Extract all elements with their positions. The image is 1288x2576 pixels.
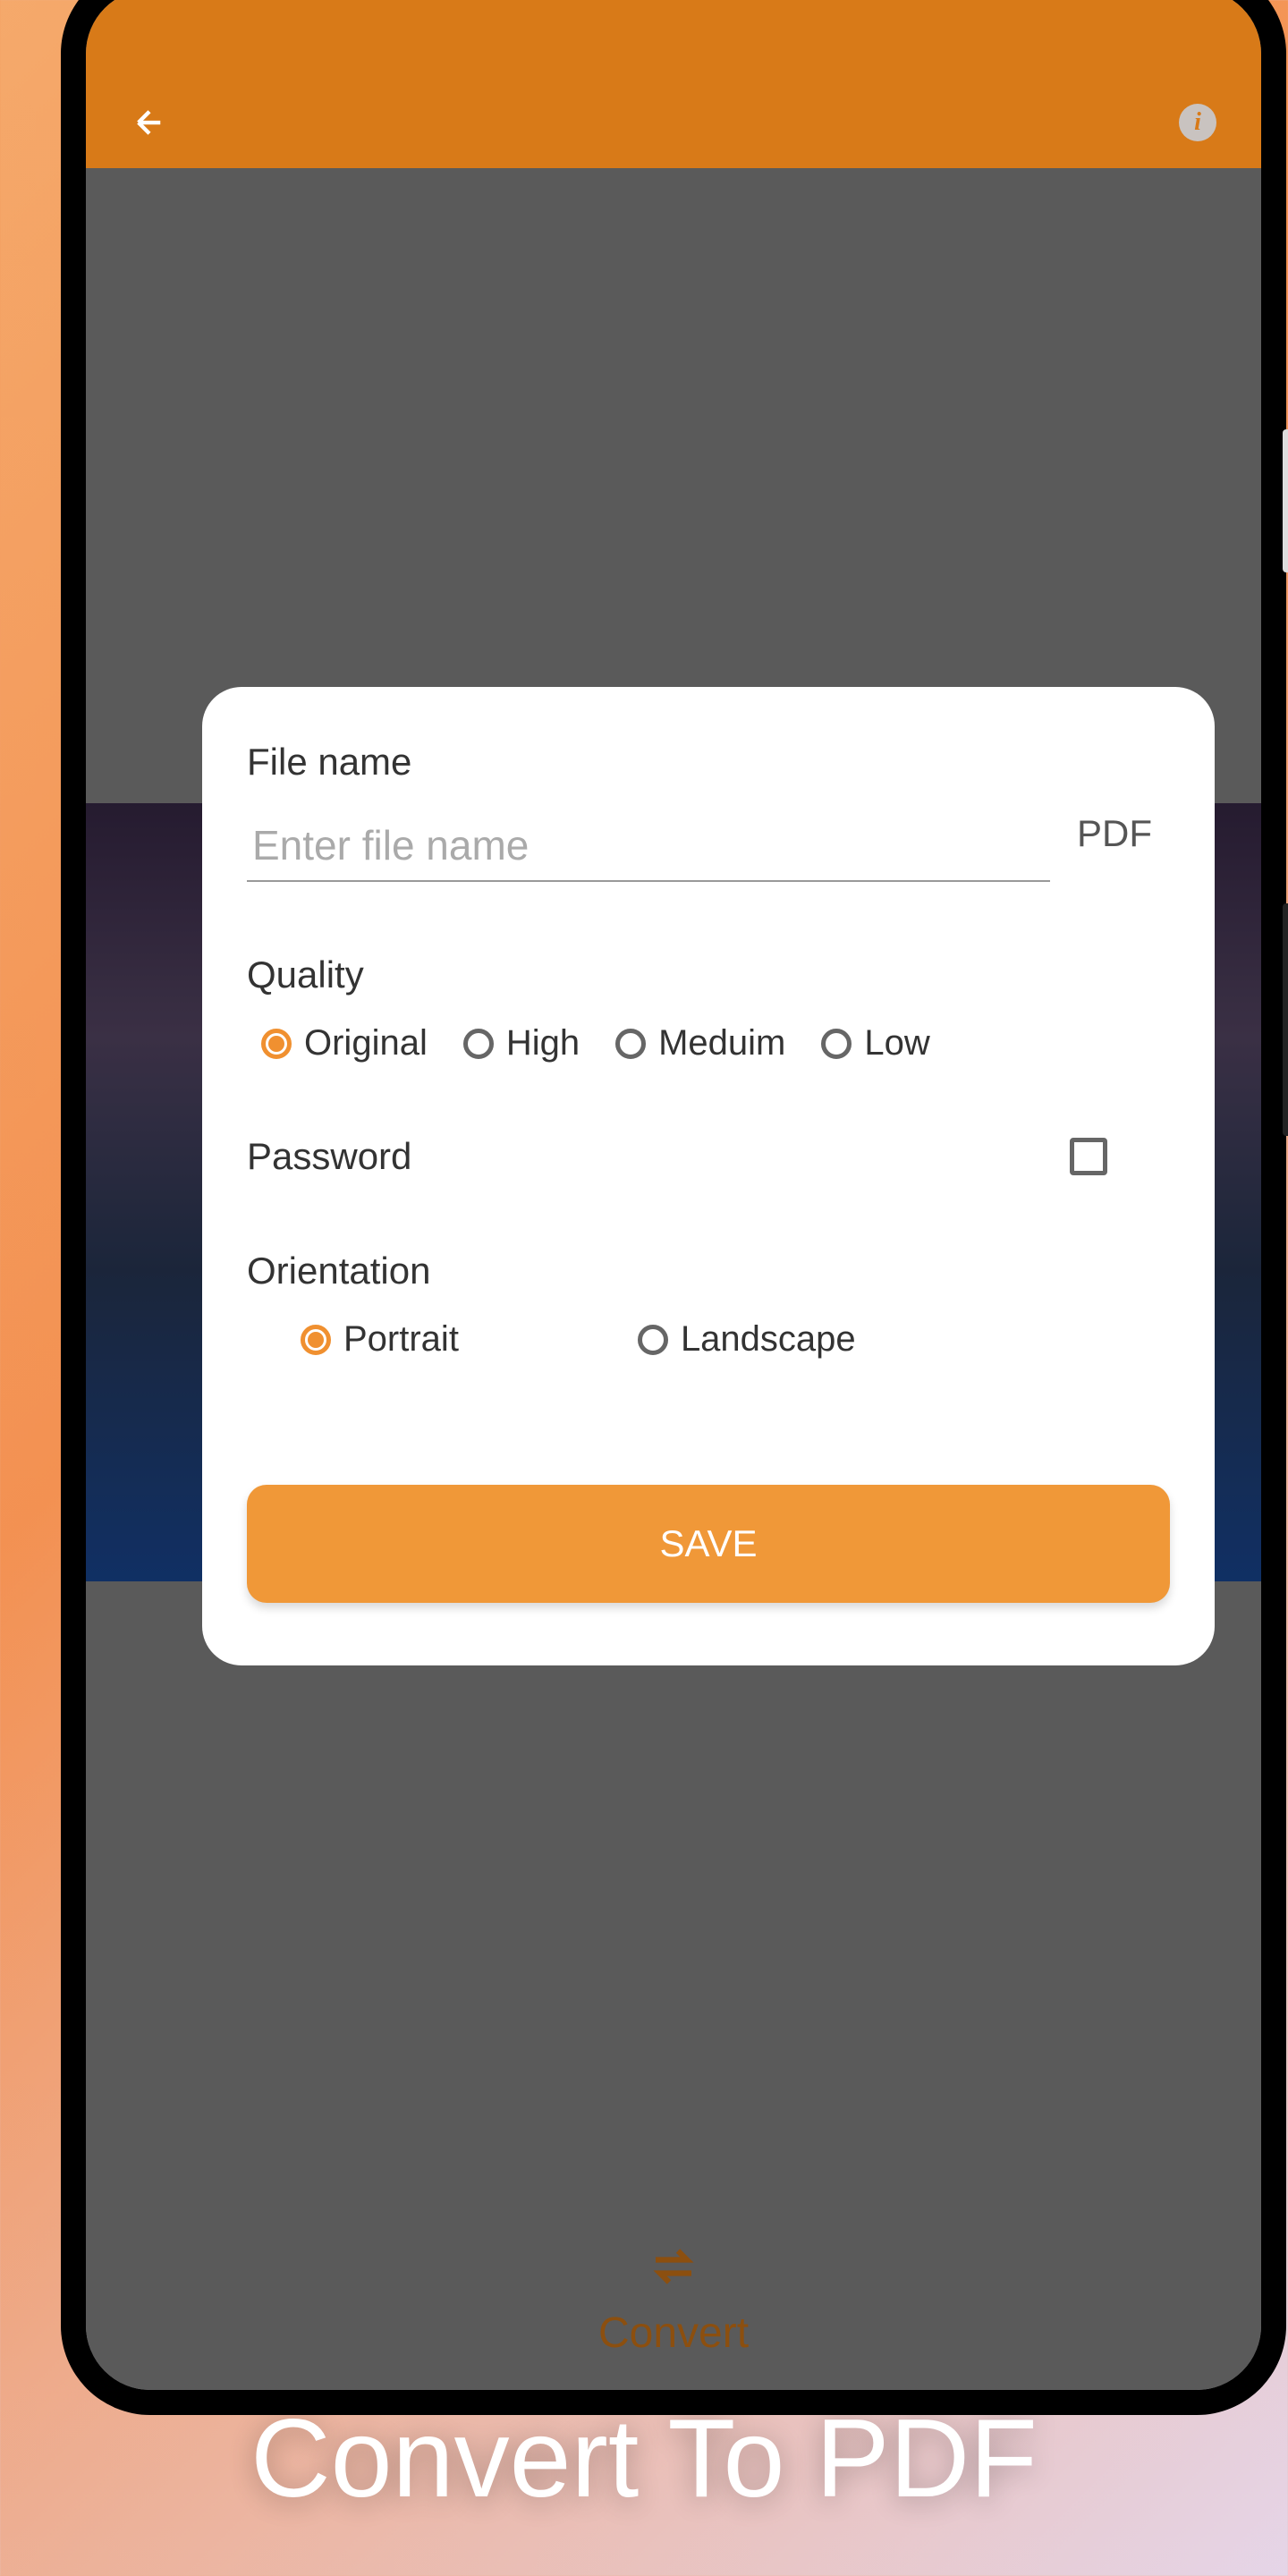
radio-icon — [638, 1325, 668, 1355]
quality-original-label: Original — [304, 1023, 428, 1063]
radio-icon — [463, 1029, 494, 1059]
radio-icon — [301, 1325, 331, 1355]
phone-screen: i Convert File name PDF — [86, 0, 1261, 2390]
radio-icon — [261, 1029, 292, 1059]
power-button — [1283, 429, 1288, 572]
quality-low-label: Low — [864, 1023, 929, 1063]
password-checkbox[interactable] — [1070, 1138, 1107, 1175]
save-dialog: File name PDF Quality Original Hi — [202, 687, 1215, 1665]
quality-option-high[interactable]: High — [463, 1023, 580, 1063]
password-label: Password — [247, 1135, 411, 1178]
footer-tagline: Convert To PDF — [0, 2395, 1288, 2522]
filename-input[interactable] — [247, 810, 1050, 882]
quality-option-medium[interactable]: Meduim — [615, 1023, 785, 1063]
info-icon[interactable]: i — [1179, 104, 1216, 141]
radio-icon — [615, 1029, 646, 1059]
content-area: Convert File name PDF Quality Original — [86, 168, 1261, 2390]
orientation-label: Orientation — [247, 1250, 1170, 1292]
back-icon[interactable] — [131, 104, 168, 141]
quality-label: Quality — [247, 953, 1170, 996]
quality-high-label: High — [506, 1023, 580, 1063]
radio-icon — [821, 1029, 852, 1059]
extension-label: PDF — [1077, 812, 1170, 882]
orientation-landscape-label: Landscape — [681, 1319, 856, 1360]
quality-option-original[interactable]: Original — [261, 1023, 428, 1063]
orientation-option-portrait[interactable]: Portrait — [301, 1319, 459, 1360]
app-bar: i — [86, 0, 1261, 168]
orientation-portrait-label: Portrait — [343, 1319, 459, 1360]
orientation-option-landscape[interactable]: Landscape — [638, 1319, 856, 1360]
quality-option-low[interactable]: Low — [821, 1023, 929, 1063]
save-button[interactable]: SAVE — [247, 1485, 1170, 1603]
filename-label: File name — [247, 741, 1170, 784]
quality-medium-label: Meduim — [658, 1023, 785, 1063]
phone-frame: i Convert File name PDF — [61, 0, 1286, 2415]
volume-button — [1283, 903, 1288, 1136]
